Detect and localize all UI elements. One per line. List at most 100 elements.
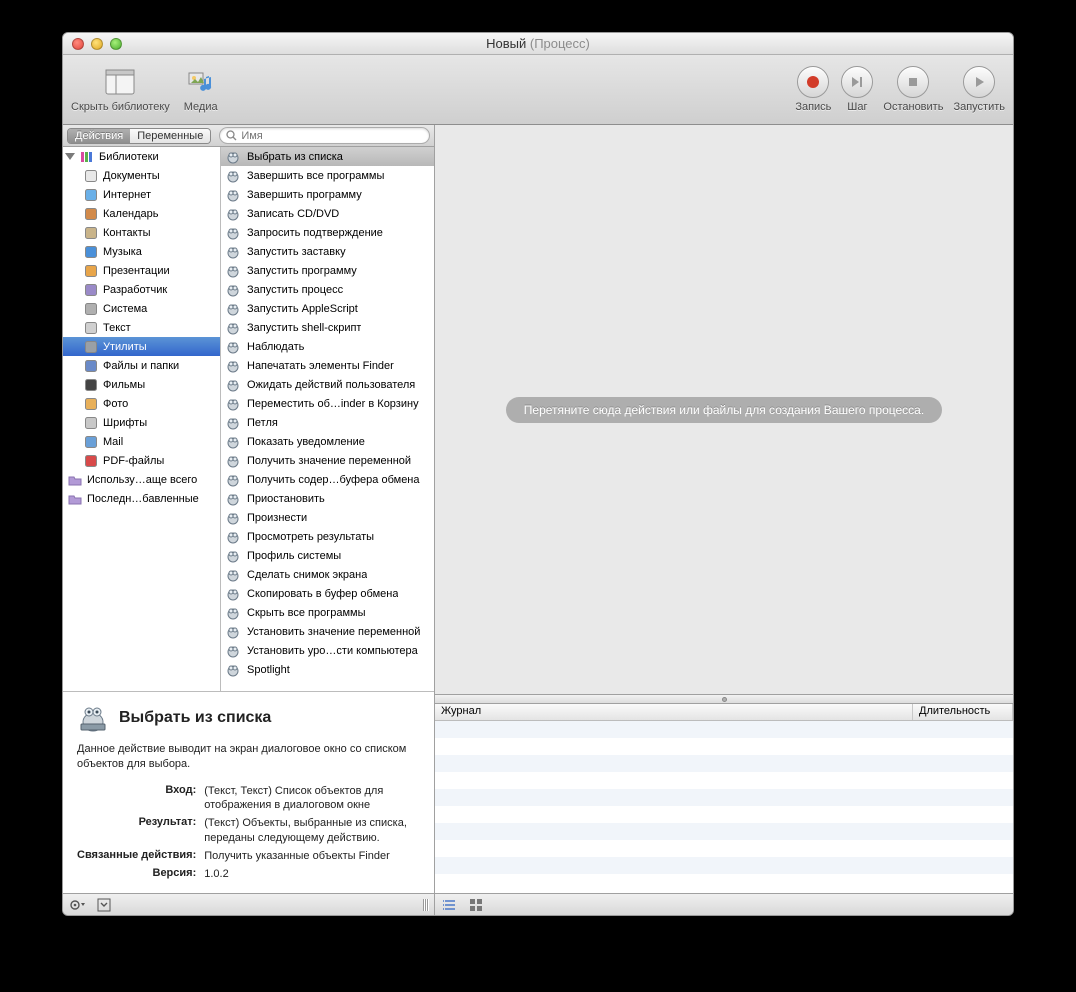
action-item[interactable]: Завершить программу [221,185,434,204]
category-icon [83,320,99,336]
action-item[interactable]: Петля [221,413,434,432]
action-icon [225,396,241,412]
info-input-value: (Текст, Текст) Список объектов для отобр… [204,782,420,815]
library-item[interactable]: Фото [63,394,220,413]
action-item[interactable]: Получить содер…буфера обмена [221,470,434,489]
action-item[interactable]: Сделать снимок экрана [221,565,434,584]
library-tabbar: Действия Переменные [63,125,434,147]
library-item[interactable]: Контакты [63,223,220,242]
action-icon [225,434,241,450]
action-icon [225,282,241,298]
library-item[interactable]: PDF-файлы [63,451,220,470]
library-item[interactable]: Текст [63,318,220,337]
library-list[interactable]: БиблиотекиДокументыИнтернетКалендарьКонт… [63,147,221,691]
info-result-label: Результат: [77,814,204,847]
splitter[interactable] [435,695,1013,704]
library-item[interactable]: Утилиты [63,337,220,356]
record-button[interactable]: Запись [795,66,831,113]
collapse-button[interactable] [95,897,113,913]
toolbar: Скрыть библиотеку Медиа З [63,55,1013,125]
log-row [435,755,1013,772]
info-title: Выбрать из списка [119,709,271,727]
hide-library-button[interactable]: Скрыть библиотеку [71,66,170,113]
library-root[interactable]: Библиотеки [63,147,220,166]
tab-actions[interactable]: Действия [68,129,130,143]
library-item[interactable]: Документы [63,166,220,185]
grid-view-button[interactable] [467,897,485,913]
action-item[interactable]: Завершить все программы [221,166,434,185]
library-item[interactable]: Фильмы [63,375,220,394]
category-icon [83,168,99,184]
action-icon [225,244,241,260]
action-item[interactable]: Произнести [221,508,434,527]
library-item[interactable]: Календарь [63,204,220,223]
action-item[interactable]: Напечатать элементы Finder [221,356,434,375]
automator-window: Новый (Процесс) Скрыть библиотеку [62,32,1014,916]
gear-menu-button[interactable] [69,897,87,913]
play-icon [963,66,995,98]
panel-icon [104,66,136,98]
log-body[interactable] [435,721,1013,893]
search-icon [226,130,237,141]
action-item[interactable]: Ожидать действий пользователя [221,375,434,394]
library-smart-folder[interactable]: Использу…аще всего [63,470,220,489]
action-item[interactable]: Запустить AppleScript [221,299,434,318]
folder-icon [67,491,83,507]
log-col-duration[interactable]: Длительность [913,704,1013,720]
library-item[interactable]: Система [63,299,220,318]
info-version-label: Версия: [77,865,204,883]
action-item[interactable]: Выбрать из списка [221,147,434,166]
action-icon [225,187,241,203]
action-item[interactable]: Переместить об…inder в Корзину [221,394,434,413]
action-item[interactable]: Приостановить [221,489,434,508]
action-item[interactable]: Spotlight [221,660,434,679]
library-item[interactable]: Mail [63,432,220,451]
library-item[interactable]: Файлы и папки [63,356,220,375]
search-field[interactable] [219,127,430,144]
action-icon [225,358,241,374]
library-smart-folder[interactable]: Последн…бавленные [63,489,220,508]
library-item[interactable]: Шрифты [63,413,220,432]
search-input[interactable] [241,130,423,142]
category-icon [83,263,99,279]
actions-list[interactable]: Выбрать из списка Завершить все программ… [221,147,434,691]
info-version-value: 1.0.2 [204,865,420,883]
action-item[interactable]: Записать CD/DVD [221,204,434,223]
action-item[interactable]: Установить значение переменной [221,622,434,641]
action-item[interactable]: Скрыть все программы [221,603,434,622]
log-header: Журнал Длительность [435,704,1013,721]
list-view-button[interactable] [441,897,459,913]
action-icon [225,301,241,317]
library-item[interactable]: Презентации [63,261,220,280]
workflow-canvas[interactable]: Перетяните сюда действия или файлы для с… [435,125,1013,695]
library-item[interactable]: Музыка [63,242,220,261]
tab-variables[interactable]: Переменные [130,129,210,143]
step-button[interactable]: Шаг [841,66,873,113]
library-item[interactable]: Интернет [63,185,220,204]
action-icon [225,320,241,336]
action-item[interactable]: Профиль системы [221,546,434,565]
action-item[interactable]: Показать уведомление [221,432,434,451]
workflow-panel: Перетяните сюда действия или файлы для с… [435,125,1013,915]
resize-grip[interactable] [423,899,428,911]
action-item[interactable]: Запустить shell-скрипт [221,318,434,337]
action-icon [225,529,241,545]
action-item[interactable]: Наблюдать [221,337,434,356]
action-icon [225,662,241,678]
media-button[interactable]: Медиа [184,66,218,113]
action-item[interactable]: Скопировать в буфер обмена [221,584,434,603]
action-icon [225,548,241,564]
action-item[interactable]: Запустить заставку [221,242,434,261]
action-item[interactable]: Запустить процесс [221,280,434,299]
action-item[interactable]: Получить значение переменной [221,451,434,470]
action-item[interactable]: Просмотреть результаты [221,527,434,546]
library-item[interactable]: Разработчик [63,280,220,299]
log-row [435,823,1013,840]
info-description: Данное действие выводит на экран диалого… [77,742,420,772]
action-item[interactable]: Запросить подтверждение [221,223,434,242]
run-button[interactable]: Запустить [953,66,1005,113]
stop-button[interactable]: Остановить [883,66,943,113]
action-item[interactable]: Запустить программу [221,261,434,280]
log-col-journal[interactable]: Журнал [435,704,913,720]
action-item[interactable]: Установить уро…сти компьютера [221,641,434,660]
